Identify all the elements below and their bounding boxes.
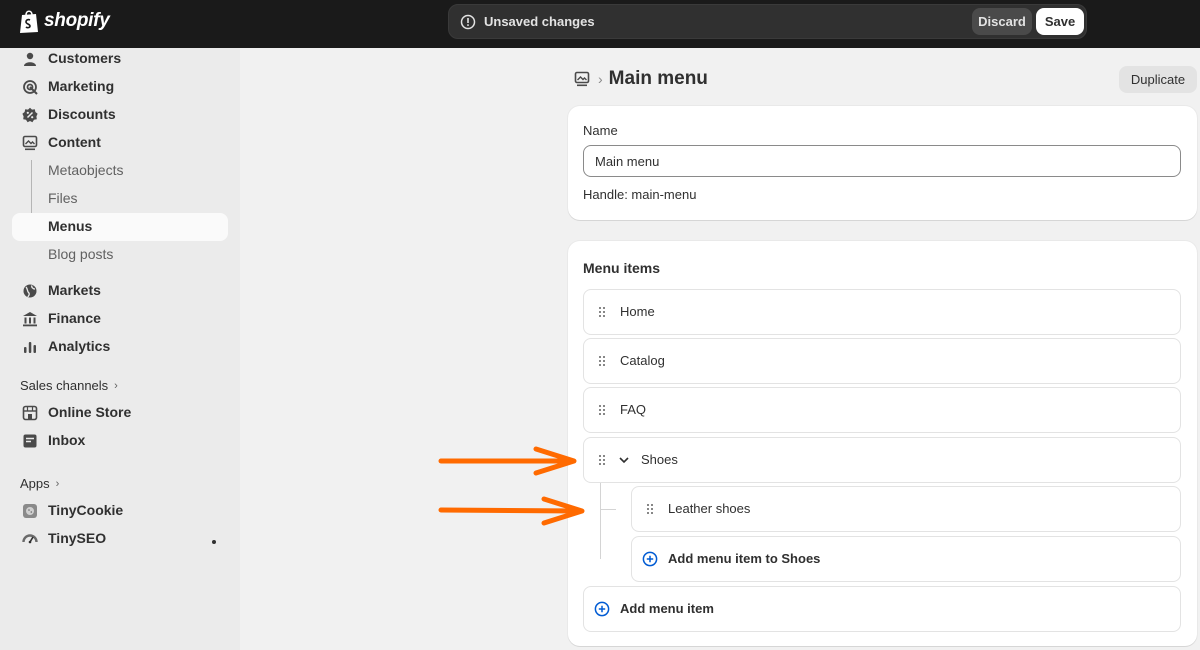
menu-items-heading: Menu items [583,260,661,276]
apps-heading[interactable]: Apps › [20,476,59,491]
sidebar-item-label: Blog posts [48,246,114,262]
sidebar-nav: Customers Marketing Discounts Content Me… [0,48,240,650]
unsaved-changes-text: Unsaved changes [484,14,595,29]
target-icon [23,80,38,95]
globe-icon [23,284,37,298]
annotation-arrow [438,496,585,526]
sidebar-item-content[interactable]: Content [12,129,228,157]
seo-app-icon [22,534,38,544]
shopify-logo[interactable]: shopify [18,8,110,34]
drag-handle-icon[interactable] [598,404,606,416]
nesting-connector [600,509,616,510]
sidebar-item-analytics[interactable]: Analytics [12,333,228,361]
breadcrumb-separator: › [598,71,603,87]
name-card: Name Handle: main-menu [568,106,1197,220]
content-icon [22,135,38,151]
sidebar-item-label: TinyCookie [48,502,124,518]
menu-name-input[interactable] [583,145,1181,177]
sidebar-item-inbox[interactable]: Inbox [12,427,228,455]
menu-item-label: Shoes [641,452,678,467]
sidebar-item-label: Files [48,190,78,206]
menu-item-label: Leather shoes [668,501,751,516]
top-bar: shopify Unsaved changes Discard Save [0,0,1200,48]
menu-item-label: Home [620,304,655,319]
sidebar-item-finance[interactable]: Finance [12,305,228,333]
menu-item-label: FAQ [620,402,647,417]
sidebar-item-label: Customers [48,50,122,66]
add-child-menu-item-button[interactable]: Add menu item to Shoes [631,536,1181,582]
apps-label: Apps [20,476,50,491]
sidebar-item-label: Finance [48,310,101,326]
menu-items-card: Menu items Home Catalog FAQ Shoes Leathe… [568,241,1197,646]
sidebar-item-marketing[interactable]: Marketing [12,73,228,101]
add-menu-item-button[interactable]: Add menu item [583,586,1181,632]
unsaved-changes-bar: Unsaved changes Discard Save [448,4,1087,39]
sales-channels-label: Sales channels [20,378,109,393]
sidebar-item-online-store[interactable]: Online Store [12,399,228,427]
content-icon[interactable] [574,71,590,87]
sidebar-item-metaobjects[interactable]: Metaobjects [12,157,228,185]
plus-circle-icon [642,551,658,567]
store-icon [22,405,38,421]
menu-item-faq[interactable]: FAQ [583,387,1181,433]
menu-item-catalog[interactable]: Catalog [583,338,1181,384]
add-menu-item-label: Add menu item [620,601,714,616]
notification-dot [212,540,216,544]
cookie-app-icon [23,504,37,518]
discount-icon [22,107,38,123]
add-child-label: Add menu item to Shoes [668,551,821,566]
shopify-bag-icon [20,10,38,33]
sidebar-item-label: Metaobjects [48,162,124,178]
sidebar-item-label: Menus [48,218,93,234]
sidebar-item-label: Content [48,134,101,150]
drag-handle-icon[interactable] [598,355,606,367]
sidebar-item-markets[interactable]: Markets [12,277,228,305]
drag-handle-icon[interactable] [646,503,654,515]
alert-icon [460,14,476,30]
sidebar-item-files[interactable]: Files [12,185,228,213]
sidebar-item-menus[interactable]: Menus [12,213,228,241]
menu-item-label: Catalog [620,353,665,368]
sidebar-item-label: Marketing [48,78,115,94]
duplicate-button[interactable]: Duplicate [1119,66,1197,93]
sidebar-item-label: TinySEO [48,530,107,546]
sidebar-item-label: Online Store [48,404,132,420]
sidebar-item-customers[interactable]: Customers [12,45,228,73]
person-icon [24,52,36,66]
name-label: Name [583,123,618,138]
sidebar-item-tinyseo[interactable]: TinySEO [12,525,228,553]
sidebar-item-label: Markets [48,282,101,298]
plus-circle-icon [594,601,610,617]
page-title: Main menu [608,68,708,89]
sidebar-item-blog-posts[interactable]: Blog posts [12,241,228,269]
save-button[interactable]: Save [1036,8,1084,35]
chevron-right-icon: › [114,379,118,392]
sidebar-item-tinycookie[interactable]: TinyCookie [12,497,228,525]
sidebar-item-label: Discounts [48,106,116,122]
chevron-right-icon: › [55,477,60,490]
nesting-line [600,483,601,559]
bank-icon [23,312,37,327]
sidebar-item-label: Analytics [48,338,111,354]
bar-chart-icon [24,342,36,353]
sidebar-item-label: Inbox [48,432,86,448]
brand-name: shopify [44,10,110,31]
menu-item-shoes[interactable]: Shoes [583,437,1181,483]
menu-item-home[interactable]: Home [583,289,1181,335]
drag-handle-icon[interactable] [598,306,606,318]
sidebar-item-discounts[interactable]: Discounts [12,101,228,129]
inbox-icon [23,434,37,448]
drag-handle-icon[interactable] [598,454,606,466]
discard-button[interactable]: Discard [972,8,1032,35]
breadcrumb: › Main menu [574,68,708,90]
handle-text: Handle: main-menu [583,187,697,202]
annotation-arrow [438,446,577,476]
chevron-down-icon[interactable] [618,454,630,466]
sales-channels-heading[interactable]: Sales channels › [20,378,118,393]
menu-item-leather-shoes[interactable]: Leather shoes [631,486,1181,532]
